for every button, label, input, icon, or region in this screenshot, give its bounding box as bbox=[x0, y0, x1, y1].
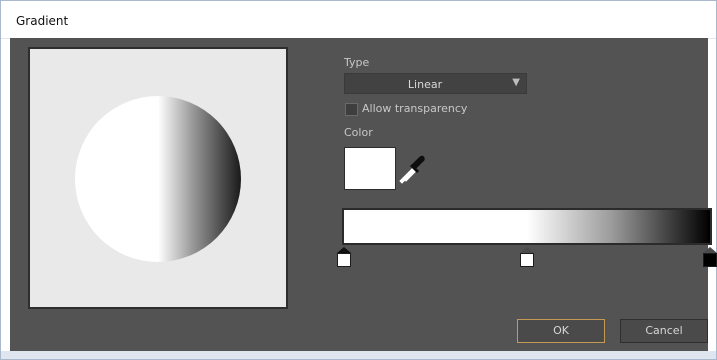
stop-color-box bbox=[337, 253, 351, 267]
gradient-preview bbox=[28, 47, 288, 309]
gradient-dialog: Gradient Type Linear ▼ Allow transparenc… bbox=[0, 0, 717, 360]
preview-canvas bbox=[30, 49, 286, 307]
type-dropdown[interactable]: Linear ▼ bbox=[344, 73, 527, 94]
stop-color-box bbox=[520, 253, 534, 267]
dialog-body: Type Linear ▼ Allow transparency Color O… bbox=[10, 38, 717, 352]
allow-transparency-checkbox[interactable] bbox=[345, 103, 358, 116]
eyedropper-icon[interactable] bbox=[399, 154, 425, 184]
gradient-stop[interactable] bbox=[703, 247, 717, 269]
color-swatch[interactable] bbox=[344, 147, 396, 190]
cancel-button[interactable]: Cancel bbox=[620, 319, 708, 343]
gradient-bar-fill bbox=[344, 210, 710, 243]
color-label: Color bbox=[344, 126, 373, 139]
type-label: Type bbox=[344, 56, 370, 69]
gradient-stop[interactable] bbox=[337, 247, 351, 269]
preview-gradient-circle bbox=[75, 96, 241, 262]
stop-color-box bbox=[703, 253, 717, 267]
gradient-stop[interactable] bbox=[520, 247, 534, 269]
type-dropdown-value: Linear bbox=[407, 78, 443, 91]
title-bar[interactable]: Gradient bbox=[1, 1, 716, 39]
dialog-title: Gradient bbox=[16, 14, 69, 28]
allow-transparency-label[interactable]: Allow transparency bbox=[362, 102, 467, 115]
chevron-down-icon: ▼ bbox=[512, 77, 520, 88]
gradient-bar[interactable] bbox=[342, 208, 712, 245]
window-bottom-edge bbox=[1, 351, 716, 359]
ok-button[interactable]: OK bbox=[517, 319, 605, 343]
